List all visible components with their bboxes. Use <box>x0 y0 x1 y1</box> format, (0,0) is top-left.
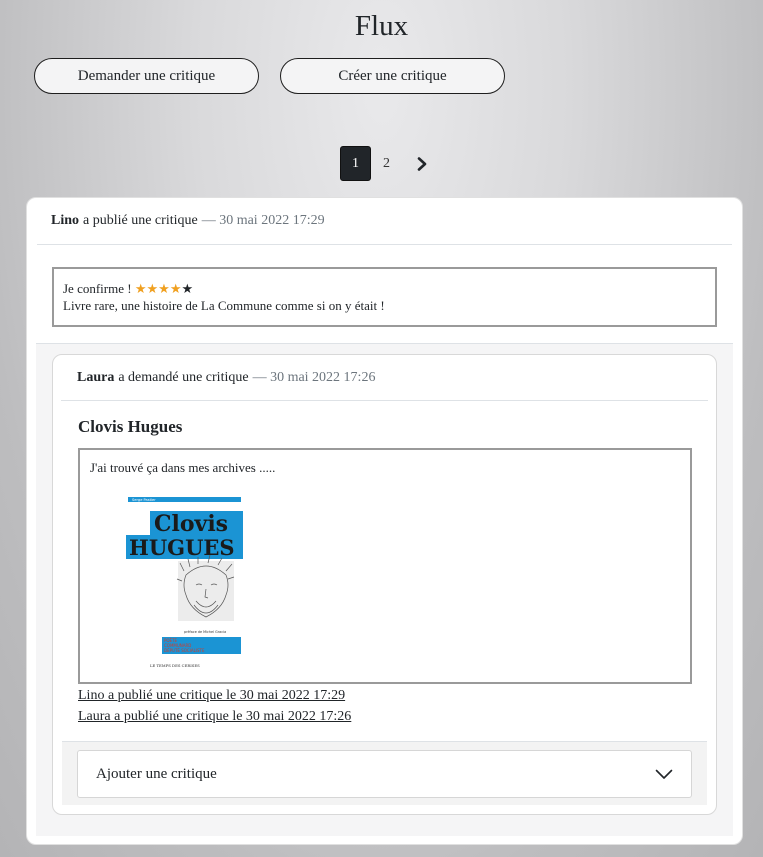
review-author: Lino <box>51 213 80 228</box>
star-icon: ★ <box>134 281 147 296</box>
cover-subtitle-line3: DÉPUTÉ SOCIALISTE <box>164 648 205 653</box>
star-icon: ★ <box>146 281 159 296</box>
cover-title-line2: HUGUES <box>129 535 235 560</box>
review-body: Livre rare, une histoire de La Commune c… <box>63 298 385 313</box>
star-icon: ★ <box>169 281 182 296</box>
book-cover-image: Serge Pastier Clovis HUGUES préface de M… <box>126 497 243 669</box>
review-post-header: Lino a publié une critique — 30 mai 2022… <box>37 198 732 245</box>
chevron-down-icon <box>655 769 673 779</box>
add-review-label: Ajouter une critique <box>96 765 217 782</box>
review-content: Je confirme ! ★★★★★ Livre rare, une hist… <box>52 267 717 327</box>
ticket-header: Laura a demandé une critique — 30 mai 20… <box>61 355 708 401</box>
ticket-author: Laura <box>77 369 115 385</box>
request-review-button[interactable]: Demander une critique <box>34 58 259 94</box>
star-icon: ★ <box>158 281 170 296</box>
ticket-date: — 30 mai 2022 17:26 <box>252 369 376 385</box>
pagination: 1 2 <box>340 146 442 181</box>
add-review-area: Ajouter une critique <box>62 741 707 805</box>
review-headline-row: Je confirme ! ★★★★★ <box>63 280 706 297</box>
next-page-button[interactable] <box>402 146 442 181</box>
review-action: a publié une critique <box>83 213 198 228</box>
history-link-lino[interactable]: Lino a publié une critique le 30 mai 202… <box>78 685 351 706</box>
review-date: — 30 mai 2022 17:29 <box>201 213 325 228</box>
ticket-description: J'ai trouvé ça dans mes archives ..... <box>90 460 276 475</box>
ticket-card: Laura a demandé une critique — 30 mai 20… <box>52 354 717 815</box>
nested-ticket-area: Laura a demandé une critique — 30 mai 20… <box>36 343 733 836</box>
rating-stars: ★★★★★ <box>135 281 193 296</box>
add-review-accordion[interactable]: Ajouter une critique <box>77 750 692 798</box>
history-links: Lino a publié une critique le 30 mai 202… <box>78 685 351 727</box>
review-headline: Je confirme ! <box>63 281 132 296</box>
feed-card: Lino a publié une critique — 30 mai 2022… <box>26 197 743 845</box>
chevron-right-icon <box>417 156 427 171</box>
cover-preface: préface de Michel Gracia <box>184 630 226 634</box>
ticket-content: J'ai trouvé ça dans mes archives ..... S… <box>78 448 692 684</box>
star-empty-icon: ★ <box>181 281 194 296</box>
cover-title-line1: Clovis <box>154 511 228 537</box>
page-link-1[interactable]: 1 <box>340 146 371 181</box>
ticket-title: Clovis Hugues <box>78 417 183 436</box>
cover-author: Serge Pastier <box>132 498 156 502</box>
page-title: Flux <box>354 10 409 42</box>
page-link-2[interactable]: 2 <box>371 146 402 181</box>
create-review-button[interactable]: Créer une critique <box>280 58 505 94</box>
cover-publisher: LE TEMPS DES CERISES <box>150 663 200 668</box>
history-link-laura[interactable]: Laura a publié une critique le 30 mai 20… <box>78 706 351 727</box>
ticket-action: a demandé une critique <box>118 369 249 385</box>
